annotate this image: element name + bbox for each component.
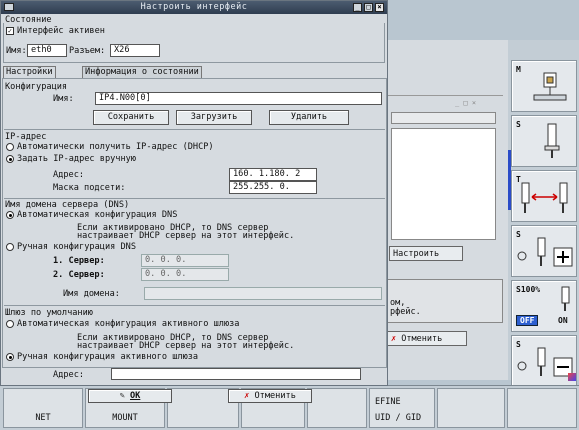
ip-group-label: IP-адрес xyxy=(5,132,47,142)
dns-manual-radio[interactable] xyxy=(6,243,14,251)
spindle-plus-icon xyxy=(517,237,573,267)
spindle-minus-icon xyxy=(517,347,573,377)
spindle-override-icon xyxy=(561,286,570,311)
bg-list xyxy=(391,128,496,240)
spindle-icon xyxy=(544,123,560,158)
cancel-x-icon: ✗ xyxy=(391,334,397,344)
dns-note-2: настраивает DHCP сервер на этот интерфей… xyxy=(77,231,295,241)
on-label: ON xyxy=(558,316,568,325)
gateway-manual-radio[interactable] xyxy=(6,353,14,361)
bg-cancel-button[interactable]: ✗ Отменить xyxy=(387,331,467,346)
maximize-icon[interactable]: □ xyxy=(364,3,373,12)
gateway-address-field[interactable] xyxy=(111,368,361,380)
tool-change-icon xyxy=(521,182,568,213)
bg-text-2: рфейс. xyxy=(390,307,421,317)
dns-group-label: Имя домена сервера (DNS) xyxy=(5,200,130,210)
save-button[interactable]: Сохранить xyxy=(93,110,169,125)
ip-manual-label: Задать IP-адрес вручную xyxy=(17,154,136,164)
bg-configure-button[interactable]: Настроить xyxy=(389,246,463,261)
cancel-button[interactable]: ✗ Отменить xyxy=(228,389,312,403)
window-title: Настроить интерфейс xyxy=(140,2,248,12)
divider xyxy=(4,198,385,199)
dns-manual-label: Ручная конфигурация DNS xyxy=(17,242,136,252)
iface-active-checkbox[interactable]: ✓ xyxy=(6,27,14,35)
dns-server1-label: 1. Сервер: xyxy=(53,256,105,266)
softkey-empty-5[interactable] xyxy=(507,388,577,428)
ip-manual-radio[interactable] xyxy=(6,155,14,163)
configure-interface-window: Настроить интерфейс _ □ × Состояние ✓ Ин… xyxy=(0,0,388,386)
cancel-label: Отменить xyxy=(254,391,296,401)
connector-field[interactable]: X26 xyxy=(110,44,160,57)
gateway-group-label: Шлюз по умолчанию xyxy=(5,308,93,318)
ok-label: OK xyxy=(130,391,141,401)
config-name-field[interactable]: IP4.N00[0] xyxy=(95,92,382,105)
close-icon[interactable]: × xyxy=(375,3,384,12)
softkey-s-spindle[interactable]: S xyxy=(511,115,577,167)
softkey-s100[interactable]: S100% OFF ON xyxy=(511,280,577,332)
softkey-empty-4[interactable] xyxy=(437,388,505,428)
softkey-m[interactable]: M xyxy=(511,60,577,112)
config-name-label: Имя: xyxy=(53,94,74,104)
gateway-auto-label: Автоматическая конфигурация активного шл… xyxy=(17,319,240,329)
ip-address-field[interactable]: 160. 1.180. 2 xyxy=(229,168,317,181)
bg-window-controls: _ □ × xyxy=(455,99,477,107)
tab-status-info[interactable]: Информация о состоянии xyxy=(82,66,202,78)
bg-info-box: ом, рфейс. xyxy=(387,279,503,323)
softkey-t-tool[interactable]: T xyxy=(511,170,577,222)
load-button[interactable]: Загрузить xyxy=(176,110,252,125)
cancel-x-icon: ✗ xyxy=(244,391,250,401)
minimize-icon[interactable]: _ xyxy=(353,3,362,12)
ok-button[interactable]: ✎ OK xyxy=(88,389,172,403)
bg-cancel-label: Отменить xyxy=(401,334,443,344)
gateway-manual-label: Ручная конфигурация активного шлюза xyxy=(17,352,199,362)
divider xyxy=(4,129,385,130)
ip-auto-label: Автоматически получить IP-адрес (DHCP) xyxy=(17,142,214,152)
subnet-mask-label: Маска подсети: xyxy=(53,183,126,193)
dns-server1-field[interactable]: 0. 0. 0. xyxy=(141,254,229,267)
connector-label: Разъем: xyxy=(69,46,106,56)
domain-name-field[interactable] xyxy=(144,287,382,300)
iface-active-label: Интерфейс активен xyxy=(17,26,105,36)
off-toggle[interactable]: OFF xyxy=(516,315,539,326)
dns-server2-field[interactable]: 0. 0. 0. xyxy=(141,268,229,281)
active-indicator-bar xyxy=(508,150,511,210)
dns-auto-label: Автоматическая конфигурация DNS xyxy=(17,210,178,220)
softkey-net[interactable]: NET xyxy=(3,388,83,428)
window-titlebar: Настроить интерфейс _ □ × xyxy=(1,1,387,14)
name-label: Имя: xyxy=(6,46,27,56)
delete-button[interactable]: Удалить xyxy=(269,110,349,125)
domain-name-label: Имя домена: xyxy=(63,289,120,299)
divider xyxy=(4,305,385,306)
machine-table-icon xyxy=(533,72,567,101)
softkey-empty-3[interactable] xyxy=(307,388,367,428)
ip-auto-radio[interactable] xyxy=(6,143,14,151)
gateway-note-2: настраивает DHCP сервер на этот интерфей… xyxy=(77,341,295,351)
dns-server2-label: 2. Сервер: xyxy=(53,270,105,280)
background-header xyxy=(385,0,579,45)
subnet-mask-field[interactable]: 255.255. 0. xyxy=(229,181,317,194)
gateway-auto-radio[interactable] xyxy=(6,320,14,328)
config-group-label: Конфигурация xyxy=(5,82,68,92)
status-icon xyxy=(568,373,576,381)
ip-address-label: Адрес: xyxy=(53,170,85,180)
bg-tab-strip xyxy=(391,112,496,124)
ok-icon: ✎ xyxy=(119,391,125,401)
softkey-s-plus[interactable]: S xyxy=(511,225,577,277)
softkey-column: M S T S S100% OFF ON S xyxy=(508,40,579,387)
softkey-define-uid[interactable]: EFINE UID / GID xyxy=(369,388,435,428)
interface-name-field[interactable]: eth0 xyxy=(27,44,67,57)
dns-auto-radio[interactable] xyxy=(6,211,14,219)
background-dialog: Настроить ом, рфейс. ✗ Отменить _ □ × xyxy=(385,95,503,375)
gateway-address-label: Адрес: xyxy=(53,370,85,380)
